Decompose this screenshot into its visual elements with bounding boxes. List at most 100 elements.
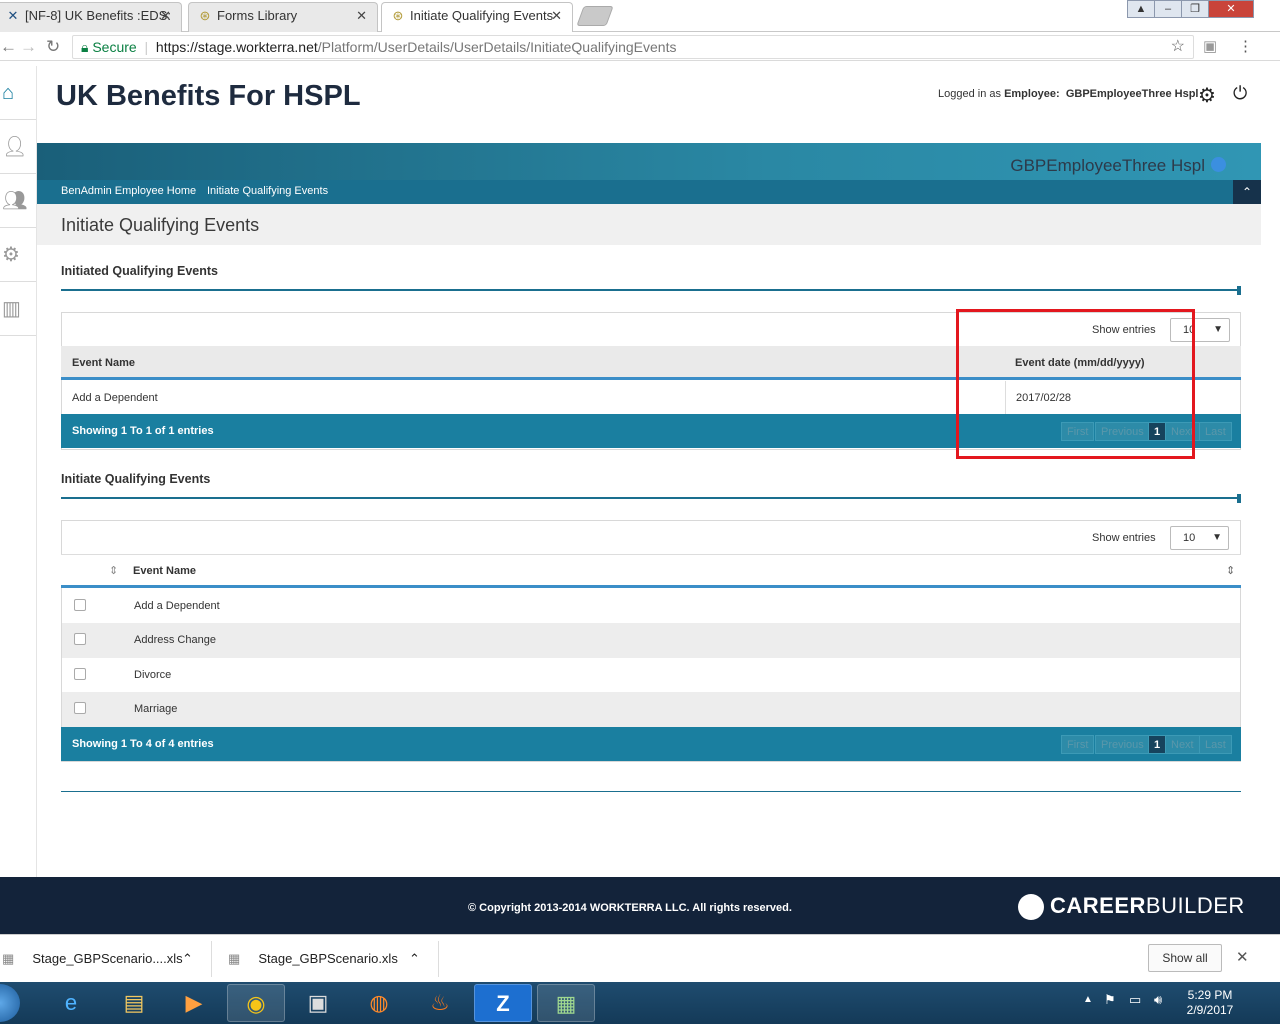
user-icon[interactable]: ▲ bbox=[1127, 0, 1155, 18]
url-path: /Platform/UserDetails/UserDetails/Initia… bbox=[317, 39, 677, 55]
info-icon[interactable] bbox=[1211, 157, 1226, 172]
tab-initiate-qualifying-events[interactable]: ⊛ Initiate Qualifying Events ✕ bbox=[381, 2, 573, 32]
settings-gear-icon[interactable]: ⚙ bbox=[1198, 83, 1216, 108]
url-input[interactable]: 🔒︎ Secure | https://stage.workterra.net/… bbox=[72, 35, 1194, 59]
table-row[interactable]: Add a Dependent bbox=[62, 589, 1240, 624]
new-tab-button[interactable] bbox=[576, 6, 614, 26]
page-title: Initiate Qualifying Events bbox=[61, 215, 260, 235]
address-bar: ← → ↻ 🔒︎ Secure | https://stage.workterr… bbox=[0, 32, 1280, 61]
copyright-text: © Copyright 2013-2014 WORKTERRA LLC. All… bbox=[468, 902, 792, 914]
column-header-event-name[interactable]: Event Name bbox=[133, 565, 196, 577]
spreadsheet-app-icon[interactable]: ▦ bbox=[537, 984, 595, 1022]
zoom-z-icon[interactable]: Z bbox=[474, 984, 532, 1022]
gear-icon[interactable]: ⚙ bbox=[0, 228, 36, 282]
logged-in-prefix: Logged in as bbox=[938, 88, 1005, 100]
jira-icon: ✕ bbox=[7, 8, 19, 23]
user-icon[interactable]: 👤︎ bbox=[0, 120, 36, 174]
logged-in-role: Employee: bbox=[1004, 88, 1060, 100]
show-entries-value: 10 bbox=[1183, 532, 1196, 544]
pagination-first[interactable]: First bbox=[1061, 735, 1095, 754]
lock-icon: 🔒︎ bbox=[81, 39, 89, 55]
section-divider-end bbox=[1237, 494, 1241, 503]
event-name-cell: Marriage bbox=[134, 703, 178, 715]
row-checkbox[interactable] bbox=[74, 702, 86, 714]
taskbar-clock[interactable]: 5:29 PM 2/9/2017 bbox=[1180, 988, 1240, 1018]
table-row[interactable]: Address Change bbox=[62, 623, 1240, 658]
breadcrumb-home[interactable]: BenAdmin Employee Home bbox=[61, 185, 196, 197]
pagination-last[interactable]: Last bbox=[1199, 422, 1232, 441]
star-icon[interactable]: ☆ bbox=[1171, 36, 1185, 58]
volume-icon[interactable]: 🔊︎ bbox=[1154, 992, 1162, 1008]
pagination-previous[interactable]: Previous bbox=[1095, 735, 1150, 754]
pagination-next[interactable]: Next bbox=[1165, 735, 1200, 754]
pagination-last[interactable]: Last bbox=[1199, 735, 1232, 754]
breadcrumb-current[interactable]: Initiate Qualifying Events bbox=[207, 185, 328, 197]
tab-nf8-uk-benefits[interactable]: ✕ [NF-8] UK Benefits :EDS: ✕ bbox=[0, 2, 182, 32]
firefox-icon[interactable]: ◍ bbox=[350, 984, 408, 1022]
initiate-table-header: ⇕ Event Name ⇕ bbox=[61, 554, 1241, 588]
text-editor-icon[interactable]: ▣ bbox=[289, 984, 347, 1022]
pagination-page-1[interactable]: 1 bbox=[1148, 735, 1167, 754]
close-icon[interactable]: ✕ bbox=[551, 3, 562, 29]
download-item-2[interactable]: ▦ Stage_GBPScenario.xls ⌃ bbox=[228, 935, 420, 983]
power-icon[interactable]: ⏻ bbox=[1233, 83, 1247, 104]
close-downloads-icon[interactable]: ✕ bbox=[1236, 948, 1249, 966]
row-checkbox[interactable] bbox=[74, 633, 86, 645]
media-player-icon[interactable]: ▶ bbox=[165, 984, 223, 1022]
section-divider bbox=[61, 497, 1241, 499]
flame-app-icon[interactable]: ♨ bbox=[411, 984, 469, 1022]
collapse-chevron-up-icon[interactable]: ⌃ bbox=[1233, 180, 1261, 204]
table-row[interactable]: Marriage bbox=[62, 692, 1240, 727]
reload-icon[interactable]: ↻ bbox=[46, 37, 60, 57]
menu-icon[interactable]: ⋮ bbox=[1238, 37, 1253, 55]
flag-icon[interactable]: ⚑ bbox=[1104, 992, 1116, 1008]
sort-icon[interactable]: ⇕ bbox=[109, 564, 118, 577]
home-icon[interactable]: ⌂ bbox=[0, 66, 36, 120]
network-icon[interactable]: ▭ bbox=[1129, 992, 1141, 1008]
show-entries-select[interactable]: 10 ▼ bbox=[1170, 526, 1229, 550]
secure-label: Secure bbox=[92, 39, 137, 55]
dropdown-arrow-icon: ▼ bbox=[1213, 324, 1223, 335]
row-checkbox[interactable] bbox=[74, 668, 86, 680]
windows-taskbar: e ▤ ▶ ◉ ▣ ◍ ♨ Z ▦ ▲ ⚑ ▭ 🔊︎ bbox=[0, 982, 1280, 1024]
download-item-1[interactable]: ▦ Stage_GBPScenario....xls ⌃ bbox=[2, 935, 193, 983]
tab-forms-library[interactable]: ⊛ Forms Library ✕ bbox=[188, 2, 378, 32]
forward-icon[interactable]: → bbox=[20, 37, 37, 57]
row-checkbox[interactable] bbox=[74, 599, 86, 611]
chevron-up-icon[interactable]: ⌃ bbox=[409, 935, 420, 983]
chrome-icon[interactable]: ◉ bbox=[227, 984, 285, 1022]
back-icon[interactable]: ← bbox=[0, 37, 17, 57]
bar-chart-icon[interactable]: ▥ bbox=[0, 282, 36, 336]
table-row[interactable]: Divorce bbox=[62, 658, 1240, 693]
sort-chevron-icon[interactable]: ⇕ bbox=[1226, 564, 1235, 577]
file-explorer-icon[interactable]: ▤ bbox=[105, 984, 163, 1022]
minimize-button[interactable]: – bbox=[1154, 0, 1182, 18]
careerbuilder-logo: CAREERBUILDER bbox=[1050, 893, 1245, 919]
showing-entries-info: Showing 1 To 1 of 1 entries bbox=[72, 425, 214, 437]
logo-bold-text: CAREER bbox=[1050, 893, 1146, 918]
globe-icon: ⊛ bbox=[199, 8, 211, 23]
extension-icon[interactable]: ▣ bbox=[1203, 37, 1217, 55]
section-divider-end bbox=[1237, 286, 1241, 295]
show-all-downloads-button[interactable]: Show all bbox=[1148, 944, 1222, 972]
column-header-event-name[interactable]: Event Name bbox=[72, 357, 135, 369]
users-icon[interactable]: 👥︎ bbox=[0, 174, 36, 228]
tray-expand-icon[interactable]: ▲ bbox=[1083, 994, 1093, 1005]
download-filename: Stage_GBPScenario.xls bbox=[258, 951, 398, 966]
close-icon[interactable]: ✕ bbox=[160, 3, 171, 29]
event-name-cell: Add a Dependent bbox=[134, 600, 220, 612]
internet-explorer-icon[interactable]: e bbox=[42, 984, 100, 1022]
close-window-button[interactable]: ✕ bbox=[1208, 0, 1254, 18]
left-sidebar: ⌂ 👤︎ 👥︎ ⚙ ▥ bbox=[0, 66, 37, 878]
download-filename: Stage_GBPScenario....xls bbox=[32, 951, 183, 966]
tab-title: Initiate Qualifying Events bbox=[410, 8, 554, 23]
close-icon[interactable]: ✕ bbox=[356, 3, 367, 29]
restore-button[interactable]: ❐ bbox=[1181, 0, 1209, 18]
event-name-cell: Add a Dependent bbox=[72, 392, 158, 404]
breadcrumb: BenAdmin Employee Home Initiate Qualifyi… bbox=[37, 180, 1261, 204]
clock-date: 2/9/2017 bbox=[1186, 1003, 1234, 1017]
chevron-up-icon[interactable]: ⌃ bbox=[182, 935, 193, 983]
start-button[interactable] bbox=[0, 984, 20, 1022]
app-title: UK Benefits For HSPL bbox=[56, 80, 361, 112]
careerbuilder-logo-icon bbox=[1018, 894, 1044, 920]
